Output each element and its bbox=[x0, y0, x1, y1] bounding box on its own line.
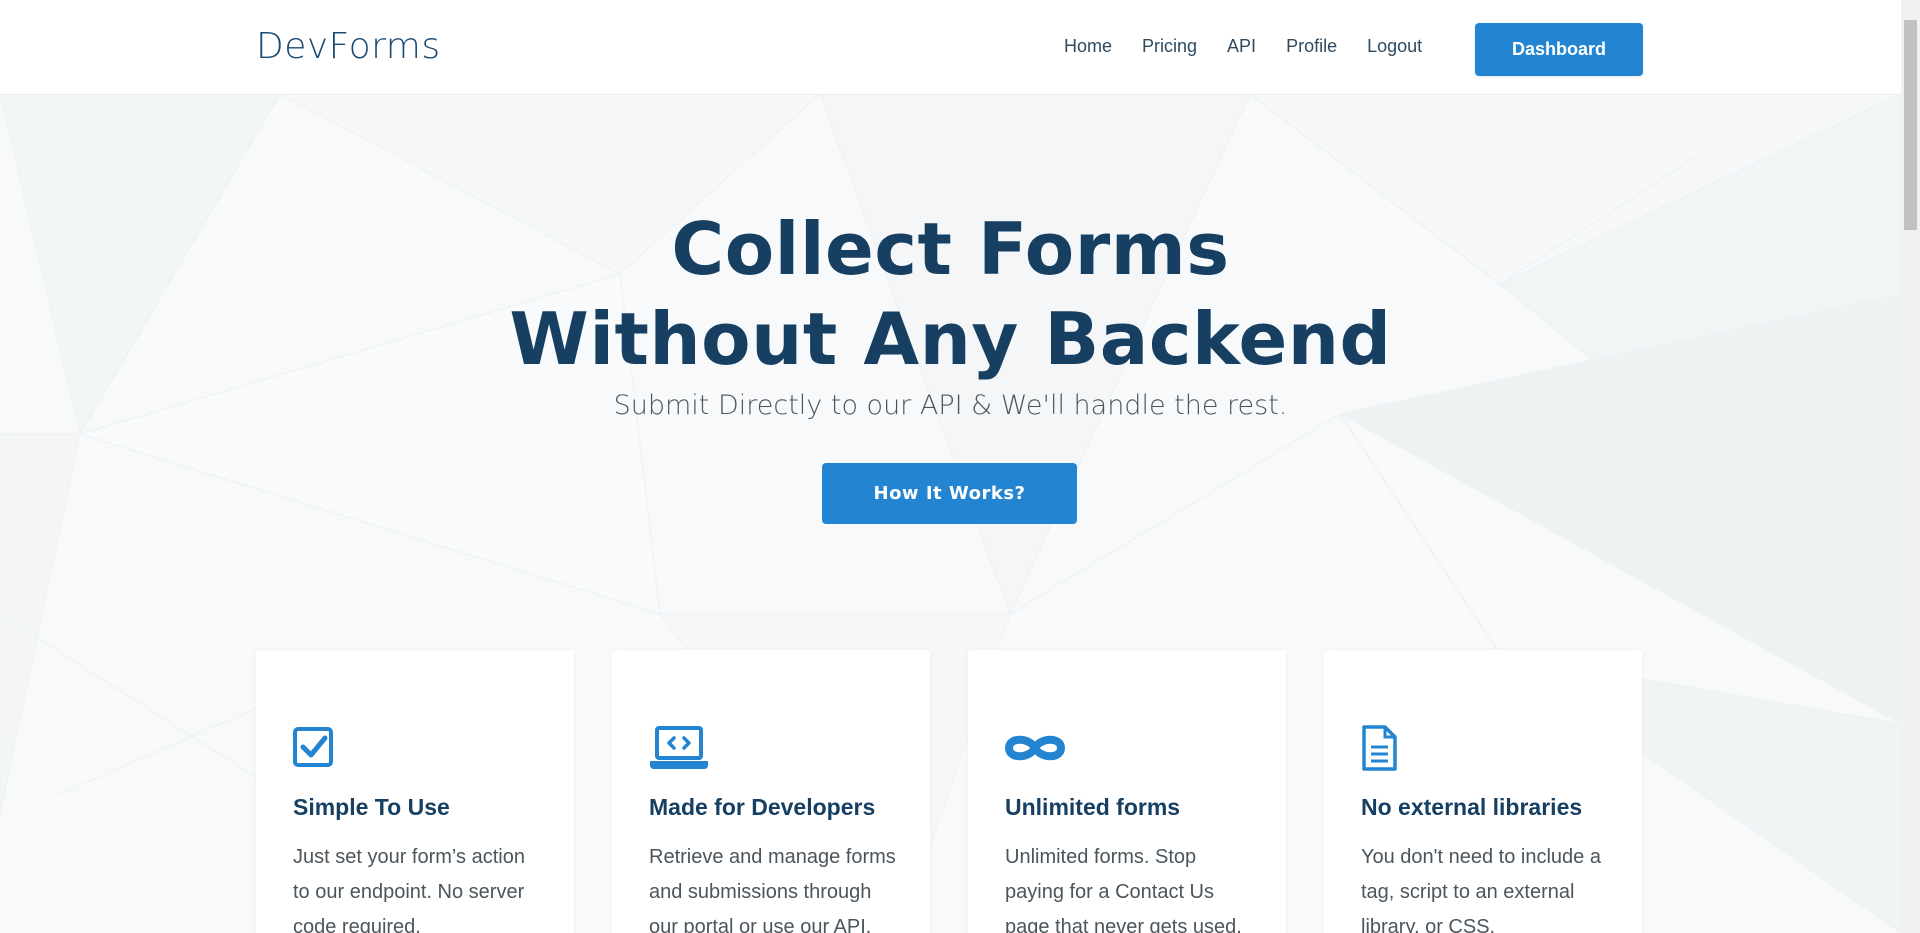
how-it-works-button[interactable]: How It Works? bbox=[822, 463, 1077, 524]
page-scrollbar[interactable] bbox=[1901, 0, 1920, 933]
feature-title: No external libraries bbox=[1361, 794, 1583, 820]
document-icon bbox=[1362, 725, 1397, 771]
feature-title: Unlimited forms bbox=[1005, 794, 1181, 820]
feature-text: Unlimited forms. Stop paying for a Conta… bbox=[1005, 846, 1242, 933]
nav-pricing-link[interactable]: Pricing bbox=[1142, 36, 1197, 57]
main-nav: Home Pricing API Profile Logout bbox=[1064, 36, 1452, 57]
infinity-icon bbox=[1005, 735, 1065, 761]
feature-text: Retrieve and manage forms and submission… bbox=[649, 846, 896, 933]
top-navbar: DevForms Home Pricing API Profile Logout… bbox=[0, 0, 1901, 95]
hero-title-line-2: Without Any Backend bbox=[509, 297, 1392, 381]
hero-title-line-1: Collect Forms bbox=[671, 207, 1230, 291]
feature-title: Simple To Use bbox=[293, 794, 450, 820]
nav-profile-link[interactable]: Profile bbox=[1286, 36, 1337, 57]
laptop-code-icon bbox=[650, 726, 708, 769]
dashboard-button[interactable]: Dashboard bbox=[1475, 23, 1643, 76]
feature-title: Made for Developers bbox=[649, 794, 876, 820]
feature-card-simple: Simple To Use Just set your form’s actio… bbox=[256, 650, 574, 933]
nav-logout-link[interactable]: Logout bbox=[1367, 36, 1422, 57]
scrollbar-thumb[interactable] bbox=[1904, 20, 1917, 230]
feature-card-developers: Made for Developers Retrieve and manage … bbox=[612, 650, 930, 933]
hero-subtitle: Submit Directly to our API & We'll handl… bbox=[613, 390, 1288, 421]
feature-card-unlimited: Unlimited forms Unlimited forms. Stop pa… bbox=[968, 650, 1286, 933]
nav-api-link[interactable]: API bbox=[1227, 36, 1256, 57]
nav-home-link[interactable]: Home bbox=[1064, 36, 1112, 57]
brand-logo[interactable]: DevForms bbox=[256, 26, 441, 67]
feature-text: Just set your form’s action to our endpo… bbox=[293, 846, 525, 933]
feature-text: You don't need to include a tag, script … bbox=[1361, 846, 1601, 933]
hero-title: Collect Forms Without Any Backend bbox=[0, 204, 1901, 384]
check-square-icon bbox=[293, 727, 333, 767]
page: DevForms Home Pricing API Profile Logout… bbox=[0, 0, 1901, 933]
feature-card-no-libraries: No external libraries You don't need to … bbox=[1324, 650, 1642, 933]
